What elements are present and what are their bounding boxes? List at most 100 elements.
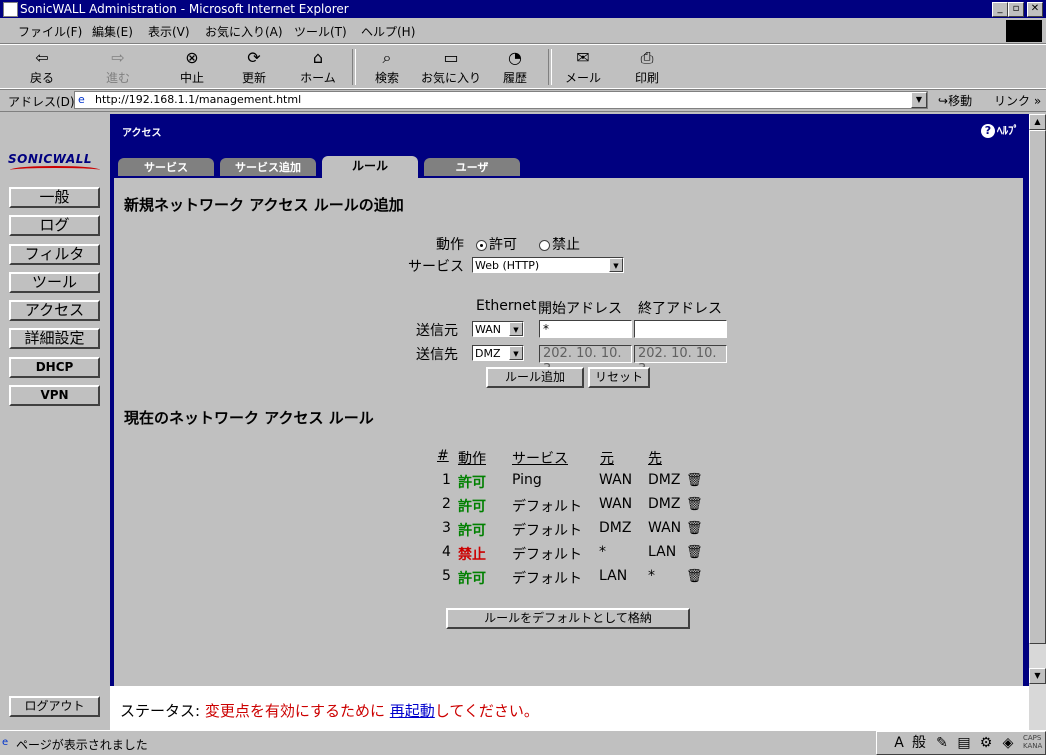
refresh-button[interactable]: ⟳ 更新 (226, 47, 282, 86)
links-button[interactable]: リンク » (994, 92, 1041, 109)
trash-icon[interactable]: 🗑 (686, 521, 703, 536)
favorites-button[interactable]: ▭ お気に入り (418, 47, 484, 86)
ime-mode[interactable]: A (891, 734, 907, 752)
ime-conversion[interactable]: 般 (909, 734, 929, 752)
close-button[interactable]: ✕ (1027, 2, 1043, 17)
window-title: SonicWALL Administration - Microsoft Int… (20, 2, 349, 16)
rule-source: LAN (599, 568, 628, 584)
toolbar-separator (352, 49, 356, 85)
scroll-thumb[interactable] (1029, 130, 1046, 644)
action-allow-radio[interactable]: 許可 (476, 234, 517, 254)
trash-icon[interactable]: 🗑 (686, 497, 703, 512)
nav-log[interactable]: ログ (9, 215, 100, 236)
page-content: SONICWALL 一般 ログ フィルタ ツール アクセス 詳細設定 DHCP … (0, 114, 1029, 730)
back-button[interactable]: ⇦ 戻る (14, 47, 70, 86)
minimize-button[interactable]: _ (992, 2, 1008, 17)
service-select[interactable]: Web (HTTP) ▼ (472, 257, 624, 273)
logout-button[interactable]: ログアウト (9, 696, 100, 717)
nav-dhcp[interactable]: DHCP (9, 357, 100, 378)
current-rules-heading: 現在のネットワーク アクセス ルール (124, 409, 374, 427)
menu-view[interactable]: 表示(V) (148, 23, 190, 40)
history-button[interactable]: ◔ 履歴 (487, 47, 543, 86)
reset-button[interactable]: リセット (588, 367, 650, 388)
scroll-down-icon[interactable]: ▼ (1029, 668, 1046, 684)
help-label: ﾍﾙﾌﾟ (997, 124, 1019, 137)
address-input[interactable]: e http://192.168.1.1/management.html ▼ (74, 91, 928, 109)
logo-text: SONICWALL (8, 152, 93, 166)
destination-label: 送信先 (416, 347, 458, 363)
tab-rules[interactable]: ルール (322, 156, 418, 178)
rule-source: WAN (599, 496, 633, 512)
menu-bar: ファイル(F) 編集(E) 表示(V) お気に入り(A) ツール(T) ヘルプ(… (0, 19, 1046, 44)
vertical-scrollbar[interactable]: ▲ ▼ (1029, 114, 1046, 730)
tab-services[interactable]: サービス (118, 158, 214, 176)
col-end-address: 終了アドレス (638, 301, 722, 317)
destination-interface-select[interactable]: DMZ ▼ (472, 345, 524, 361)
rule-service: Ping (512, 472, 542, 488)
nav-advanced[interactable]: 詳細設定 (9, 328, 100, 349)
tab-users[interactable]: ユーザ (424, 158, 520, 176)
scroll-up-icon[interactable]: ▲ (1029, 114, 1046, 130)
menu-favorites[interactable]: お気に入り(A) (205, 23, 283, 40)
tab-add-service[interactable]: サービス追加 (220, 158, 316, 176)
forward-button[interactable]: ⇨ 進む (90, 47, 146, 86)
rule-destination: DMZ (648, 496, 681, 512)
source-interface-select[interactable]: WAN ▼ (472, 321, 524, 337)
nav-filter[interactable]: フィルタ (9, 244, 100, 265)
refresh-icon: ⟳ (247, 48, 261, 67)
rule-source: DMZ (599, 520, 632, 536)
ime-toolbar: A 般 ✎ ▤ ⚙ ◈ CAPS KANA (876, 731, 1046, 755)
address-dropdown-icon[interactable]: ▼ (911, 92, 927, 108)
destination-end-input[interactable]: 202. 10. 10. 3 (634, 345, 727, 377)
chevron-down-icon: ▼ (509, 346, 523, 360)
search-button[interactable]: ⌕ 検索 (359, 47, 415, 86)
go-button[interactable]: ↪移動 (938, 92, 972, 109)
service-value: Web (HTTP) (475, 259, 540, 272)
restart-link[interactable]: 再起動 (390, 702, 435, 720)
stop-icon: ⊗ (185, 48, 199, 67)
nav-tools[interactable]: ツール (9, 272, 100, 293)
ime-dictionary-icon[interactable]: ▤ (955, 734, 973, 752)
action-deny-radio[interactable]: 禁止 (539, 234, 580, 254)
save-default-button[interactable]: ルールをデフォルトとして格納 (446, 608, 690, 629)
rule-number: 1 (442, 472, 451, 488)
forward-label: 進む (105, 71, 130, 85)
ime-help-icon[interactable]: ◈ (999, 734, 1017, 752)
dest-iface-value: DMZ (475, 347, 501, 360)
col-ethernet: Ethernet (476, 298, 537, 314)
restore-button[interactable]: ▫ (1008, 2, 1024, 17)
ime-properties-icon[interactable]: ⚙ (977, 734, 995, 752)
printer-icon: ⎙ (640, 48, 654, 67)
help-link[interactable]: ? ﾍﾙﾌﾟ (981, 122, 1019, 138)
trash-icon[interactable]: 🗑 (686, 473, 703, 488)
favorites-label: お気に入り (420, 71, 481, 85)
trash-icon[interactable]: 🗑 (686, 545, 703, 560)
menu-tools[interactable]: ツール(T) (294, 23, 347, 40)
stop-button[interactable]: ⊗ 中止 (164, 47, 220, 86)
browser-status-bar: e ページが表示されました A 般 ✎ ▤ ⚙ ◈ CAPS KANA (0, 730, 1046, 755)
ime-pad-icon[interactable]: ✎ (933, 734, 951, 752)
nav-access[interactable]: アクセス (9, 300, 100, 321)
nav-vpn[interactable]: VPN (9, 385, 100, 406)
ie-page-icon: e (78, 93, 85, 106)
source-end-input[interactable] (634, 320, 727, 338)
destination-start-input[interactable]: 202. 10. 10. 3 (539, 345, 632, 377)
address-label: アドレス(D) (8, 95, 75, 109)
menu-file[interactable]: ファイル(F) (18, 23, 82, 40)
source-start-input[interactable]: * (539, 320, 632, 338)
trash-icon[interactable]: 🗑 (686, 569, 703, 584)
status-bar-message: ページが表示されました (16, 738, 148, 752)
caps-label: CAPS (1023, 734, 1042, 742)
back-label: 戻る (29, 71, 54, 85)
menu-edit[interactable]: 編集(E) (92, 23, 133, 40)
print-button[interactable]: ⎙ 印刷 (619, 47, 675, 86)
nav-general[interactable]: 一般 (9, 187, 100, 208)
mail-button[interactable]: ✉ メール (555, 47, 611, 86)
rules-col-source: 元 (600, 451, 614, 467)
home-button[interactable]: ⌂ ホーム (290, 47, 346, 86)
rules-col-destination: 先 (648, 451, 662, 467)
menu-help[interactable]: ヘルプ(H) (361, 23, 415, 40)
source-label: 送信元 (416, 323, 458, 339)
add-rule-button[interactable]: ルール追加 (486, 367, 584, 388)
rule-number: 4 (442, 544, 451, 560)
